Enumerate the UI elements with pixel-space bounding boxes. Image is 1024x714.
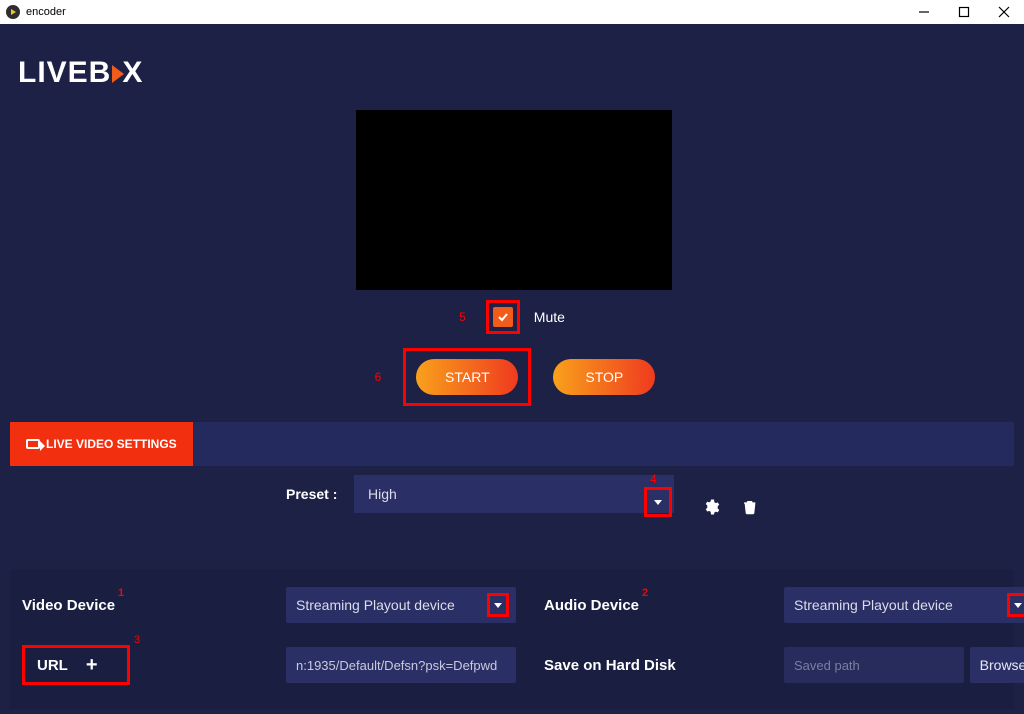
device-row-2: 3 URL + n:1935/Default/Defsn?psk=Defpwd … — [22, 645, 1002, 685]
annotation-box-5 — [486, 300, 520, 334]
url-label: URL — [37, 657, 68, 674]
live-video-settings-bar: LIVE VIDEO SETTINGS — [10, 422, 1014, 466]
browse-button[interactable]: Browse — [970, 647, 1024, 683]
audio-device-value: Streaming Playout device — [794, 597, 953, 613]
start-button[interactable]: START — [416, 359, 518, 395]
gear-icon[interactable] — [702, 498, 720, 521]
annotation-6: 6 — [375, 370, 382, 384]
chevron-down-icon[interactable] — [654, 500, 662, 505]
chevron-down-icon[interactable] — [494, 603, 502, 608]
url-add-button[interactable]: URL + — [22, 645, 130, 685]
annotation-3: 3 — [134, 634, 140, 646]
annotation-box-6: START — [403, 348, 531, 406]
preset-value: High — [368, 486, 397, 502]
video-device-value: Streaming Playout device — [296, 597, 455, 613]
url-button-wrap: 3 URL + — [22, 645, 282, 685]
plus-icon: + — [86, 654, 98, 677]
live-video-settings-button[interactable]: LIVE VIDEO SETTINGS — [10, 422, 193, 466]
app-body: LIVEB X 5 Mute 6 START STOP LIVE VIDEO S… — [0, 24, 1024, 714]
window-title: encoder — [26, 6, 66, 18]
audio-device-label: Audio Device 2 — [520, 597, 780, 614]
stop-button[interactable]: STOP — [553, 359, 655, 395]
start-stop-row: 6 START STOP — [0, 348, 1024, 406]
mute-label: Mute — [534, 309, 565, 325]
url-input[interactable]: n:1935/Default/Defsn?psk=Defpwd — [286, 647, 516, 683]
device-panel: Video Device 1 Streaming Playout device … — [10, 569, 1014, 709]
save-on-disk-label: Save on Hard Disk — [520, 657, 780, 674]
audio-device-select[interactable]: Streaming Playout device — [784, 587, 1024, 623]
mute-row: 5 Mute — [0, 300, 1024, 334]
preset-select[interactable]: High — [354, 475, 674, 513]
trash-icon[interactable] — [742, 498, 758, 521]
annotation-box-audio-dd — [1007, 593, 1024, 617]
minimize-button[interactable] — [904, 0, 944, 24]
save-path-input[interactable]: Saved path — [784, 647, 964, 683]
video-camera-icon — [26, 439, 40, 449]
device-row-1: Video Device 1 Streaming Playout device … — [22, 587, 1002, 623]
logo-text-1: LIVEB — [18, 56, 111, 90]
live-video-settings-label: LIVE VIDEO SETTINGS — [46, 437, 177, 451]
window-titlebar: encoder — [0, 0, 1024, 24]
video-preview — [356, 110, 672, 290]
window-controls — [904, 0, 1024, 24]
livebox-logo: LIVEB X — [18, 56, 143, 90]
maximize-button[interactable] — [944, 0, 984, 24]
annotation-1: 1 — [118, 587, 124, 599]
logo-chevron-icon — [112, 65, 124, 83]
preset-label: Preset : — [286, 486, 337, 502]
mute-checkbox[interactable] — [493, 307, 513, 327]
save-path-placeholder: Saved path — [794, 658, 860, 673]
logo-text-2: X — [122, 56, 143, 90]
chevron-down-icon[interactable] — [1014, 603, 1022, 608]
close-button[interactable] — [984, 0, 1024, 24]
annotation-4: 4 — [650, 472, 657, 486]
annotation-box-4 — [644, 487, 672, 517]
app-icon — [6, 5, 20, 19]
video-device-label: Video Device 1 — [22, 597, 282, 614]
url-input-value: n:1935/Default/Defsn?psk=Defpwd — [296, 658, 497, 673]
annotation-2: 2 — [642, 587, 648, 599]
video-device-select[interactable]: Streaming Playout device — [286, 587, 516, 623]
annotation-5: 5 — [459, 310, 466, 324]
annotation-box-video-dd — [487, 593, 509, 617]
